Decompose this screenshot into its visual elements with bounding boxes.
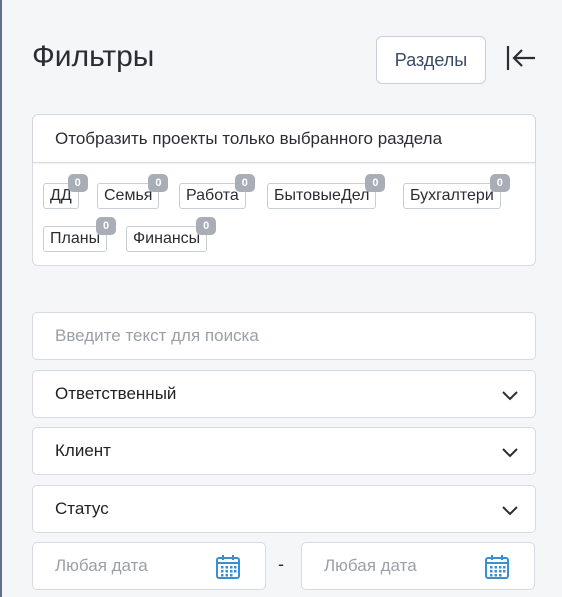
date-from-placeholder: Любая дата [55, 556, 148, 575]
section-tag[interactable]: Семья 0 [97, 174, 169, 209]
section-tag-count-badge: 0 [148, 174, 169, 192]
search-input[interactable]: Введите текст для поиска [32, 312, 536, 360]
section-tag-count-badge: 0 [196, 217, 217, 235]
section-tag[interactable]: Финансы 0 [126, 217, 217, 252]
date-from-input[interactable]: Любая дата [32, 542, 266, 590]
collapse-left-icon[interactable] [503, 40, 539, 76]
responsible-select-label: Ответственный [55, 384, 177, 403]
client-select-label: Клиент [55, 441, 111, 460]
date-range-separator: - [278, 554, 284, 574]
status-select-label: Статус [55, 499, 109, 518]
page-title: Фильтры [32, 40, 155, 73]
chevron-down-icon [502, 448, 518, 458]
chevron-down-icon [502, 506, 518, 516]
status-select[interactable]: Статус [32, 485, 536, 533]
section-tag[interactable]: ДД 0 [43, 174, 88, 209]
section-tag[interactable]: БытовыеДел 0 [267, 174, 386, 209]
section-tag-count-badge: 0 [96, 217, 117, 235]
section-tag-label: Бухгалтери [410, 187, 494, 204]
section-tag-count-badge: 0 [67, 174, 88, 192]
chevron-down-icon [502, 391, 518, 401]
date-to-placeholder: Любая дата [324, 556, 417, 575]
section-tag-label: Работа [186, 187, 239, 204]
date-to-input[interactable]: Любая дата [301, 542, 535, 590]
section-tag-label: Финансы [133, 230, 201, 247]
calendar-icon[interactable] [215, 554, 241, 580]
section-tag-label: Планы [50, 230, 101, 247]
section-tag-count-badge: 0 [489, 174, 510, 192]
calendar-icon[interactable] [484, 554, 510, 580]
responsible-select[interactable]: Ответственный [32, 370, 536, 418]
section-tag[interactable]: Бухгалтери 0 [403, 174, 510, 209]
section-tag-label: Семья [104, 187, 153, 204]
only-selected-section-toggle[interactable]: Отобразить проекты только выбранного раз… [33, 115, 535, 163]
section-tag-count-badge: 0 [365, 174, 386, 192]
section-tag[interactable]: Работа 0 [179, 174, 255, 209]
section-tag-label: БытовыеДел [274, 187, 370, 204]
section-tag-count-badge: 0 [234, 174, 255, 192]
sections-button[interactable]: Разделы [376, 36, 486, 84]
client-select[interactable]: Клиент [32, 427, 536, 475]
sections-card: Отобразить проекты только выбранного раз… [32, 114, 536, 266]
panel-left-border [0, 0, 2, 597]
section-tag[interactable]: Планы 0 [43, 217, 117, 252]
